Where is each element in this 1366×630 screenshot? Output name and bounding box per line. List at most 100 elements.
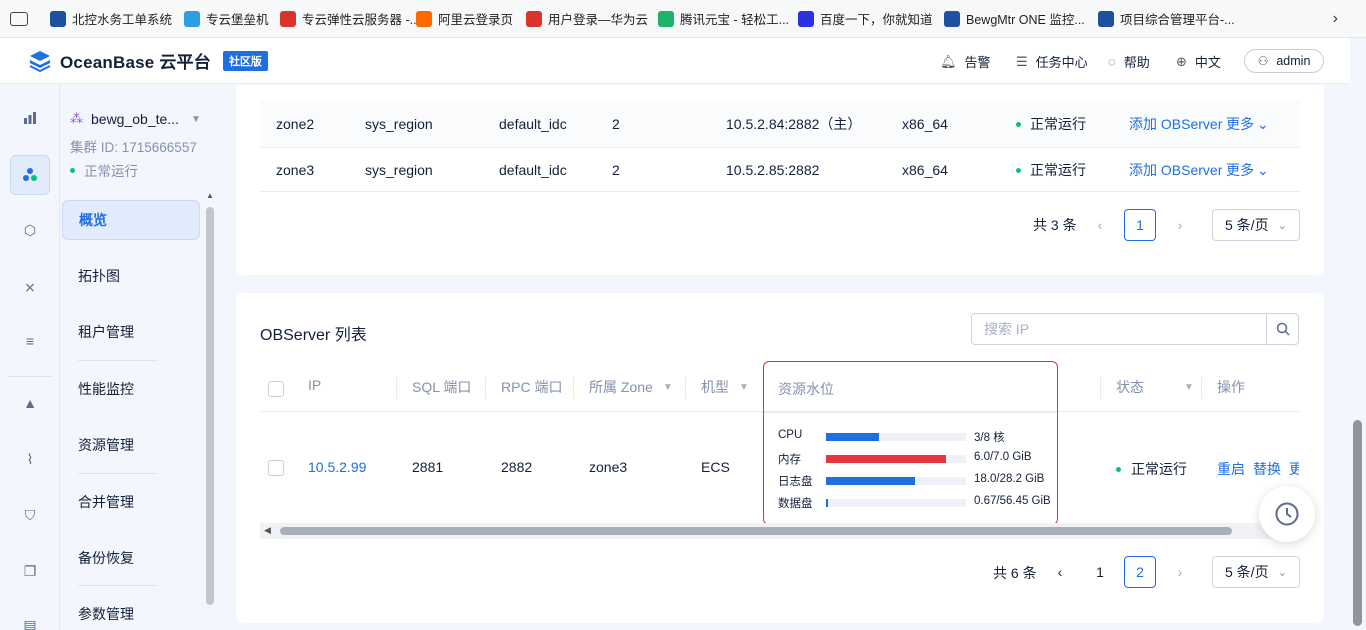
user-label: admin <box>1276 54 1311 68</box>
resource-value: 18.0/28.2 GiB <box>974 473 1045 485</box>
filter-icon[interactable]: ▼ <box>663 382 673 393</box>
bookmark-label: BewgMtr ONE 监控... <box>966 13 1085 27</box>
page-1-button[interactable]: 1 <box>1124 209 1156 241</box>
nav-item[interactable]: 资源管理 <box>62 425 200 465</box>
copy-icon[interactable]: ❐ <box>20 561 40 581</box>
page-2-button[interactable]: 2 <box>1124 556 1156 588</box>
alerts-button[interactable]: 🔔︎ 告警 <box>940 52 991 71</box>
shield-icon[interactable]: ⛉ <box>20 505 40 525</box>
document-icon[interactable]: ▤ <box>20 615 40 630</box>
bookmark-item[interactable]: 百度一下，你就知道 <box>798 0 944 38</box>
bookmark-item[interactable]: BewgMtr ONE 监控... <box>944 0 1098 38</box>
more-label: 更多 <box>1226 116 1254 132</box>
more-dropdown-link[interactable]: 更多 ⌄ <box>1226 114 1269 134</box>
nav-item[interactable]: 备份恢复 <box>62 538 200 578</box>
page-size-label: 5 条/页 <box>1225 564 1269 580</box>
language-button[interactable]: ⊕ 中文 <box>1176 52 1221 71</box>
search-icon <box>1276 322 1290 336</box>
sidebar-scroll-thumb[interactable] <box>206 207 214 605</box>
list-icon[interactable]: ≡ <box>20 331 40 351</box>
app-header: OceanBase 云平台 社区版 🔔︎ 告警 ☰ 任务中心 ◌ 帮助 ⊕ 中文 ⚇ ad… <box>0 38 1366 84</box>
next-page-button[interactable]: › <box>1164 556 1196 588</box>
table-horizontal-scrollbar[interactable]: ◀ <box>260 523 1300 539</box>
nav-item[interactable]: 租户管理 <box>62 312 200 352</box>
col-type[interactable]: 机型 ▼ <box>701 377 749 397</box>
page-scroll-thumb[interactable] <box>1353 420 1362 626</box>
nav-item[interactable]: 合并管理 <box>62 482 200 522</box>
observer-ip-link[interactable]: 10.5.2.99 <box>308 459 366 475</box>
col-zone[interactable]: 所属 Zone ▼ <box>589 377 673 397</box>
bookmark-item[interactable]: 专云堡垒机 <box>184 0 280 38</box>
resource-label: 日志盘 <box>778 476 813 488</box>
filter-icon[interactable]: ▼ <box>1184 382 1194 393</box>
search-ip-input[interactable]: 搜索 IP <box>971 313 1299 345</box>
col-sql-port[interactable]: SQL 端口 <box>412 377 471 397</box>
task-center-button[interactable]: ☰ 任务中心 <box>1016 52 1088 71</box>
page-size-select[interactable]: 5 条/页 ⌄ <box>1212 209 1300 241</box>
prev-page-button[interactable]: ‹ <box>1044 556 1076 588</box>
prev-page-button[interactable]: ‹ <box>1084 209 1116 241</box>
row-checkbox[interactable] <box>268 460 284 476</box>
help-label: 帮助 <box>1123 55 1150 70</box>
zone-status-text: 正常运行 <box>1030 116 1086 132</box>
select-all-checkbox[interactable] <box>268 381 284 397</box>
user-menu-button[interactable]: ⚇ admin <box>1244 49 1324 73</box>
chevron-right-icon[interactable]: › <box>1333 10 1338 28</box>
tenant-icon[interactable]: ⬡ <box>20 220 40 240</box>
chevron-down-icon: ⌄ <box>1277 566 1287 579</box>
filter-icon[interactable]: ▼ <box>739 382 749 393</box>
zone-cell-arch: x86_64 <box>902 162 948 178</box>
tab-search-icon[interactable] <box>10 11 28 26</box>
bookmark-label: 专云堡垒机 <box>206 13 269 27</box>
col-divider <box>485 377 486 399</box>
bookmark-item[interactable]: 专云弹性云服务器 -... <box>280 0 420 38</box>
cluster-icon[interactable] <box>20 165 40 185</box>
dashboard-icon[interactable] <box>20 108 40 128</box>
nav-item[interactable]: 概览 <box>62 200 200 240</box>
add-observer-link[interactable]: 添加 OBServer <box>1129 160 1222 180</box>
more-dropdown-link[interactable]: 更多 ⌄ <box>1226 160 1269 180</box>
nav-item[interactable]: 拓扑图 <box>62 256 200 296</box>
status-cell: 正常运行 <box>1116 459 1187 479</box>
cluster-selector[interactable]: ⁂ bewg_ob_te... ▼ <box>70 111 201 127</box>
col-ip[interactable]: IP <box>308 377 321 393</box>
zone-cell-region: sys_region <box>365 116 433 132</box>
next-page-button[interactable]: › <box>1164 209 1196 241</box>
logo[interactable]: OceanBase 云平台 社区版 <box>28 48 268 73</box>
bookmark-item[interactable]: 阿里云登录页 <box>416 0 526 38</box>
replace-link[interactable]: 替换 <box>1253 459 1281 479</box>
zone-status: 正常运行 <box>1016 114 1086 134</box>
bookmark-item[interactable]: 用户登录—华为云 <box>526 0 658 38</box>
nav-item[interactable]: 参数管理 <box>62 594 200 630</box>
history-button[interactable] <box>1259 486 1315 542</box>
sidebar-scrollbar[interactable]: ▲ <box>206 191 214 605</box>
help-button[interactable]: ◌ 帮助 <box>1108 52 1150 71</box>
alarm-icon[interactable]: ▲ <box>20 393 40 413</box>
col-divider <box>396 377 397 399</box>
col-rpc-port[interactable]: RPC 端口 <box>501 377 562 397</box>
scroll-left-icon[interactable]: ◀ <box>264 525 271 536</box>
bookmark-label: 专云弹性云服务器 -... <box>302 13 421 27</box>
restart-link[interactable]: 重启 <box>1217 459 1245 479</box>
bookmark-item[interactable]: 项目综合管理平台-... <box>1098 0 1248 38</box>
search-button[interactable] <box>1266 313 1298 345</box>
monitor-icon[interactable]: ⌇ <box>20 449 40 469</box>
page-size-select[interactable]: 5 条/页 ⌄ <box>1212 556 1300 588</box>
bookmark-item[interactable]: 北控水务工单系统 <box>50 0 184 38</box>
col-status[interactable]: 状态 ▼ <box>1116 377 1194 397</box>
more-link[interactable]: 更 <box>1289 459 1299 479</box>
nav-item[interactable]: 性能监控 <box>62 369 200 409</box>
horizontal-scroll-thumb[interactable] <box>280 527 1232 535</box>
lightbulb-icon: ◌ <box>1108 54 1116 69</box>
zone-cell-root: 10.5.2.85:2882 <box>726 162 820 178</box>
status-dot <box>1016 121 1021 127</box>
resource-row: 数据盘 0.67/56.45 GiB <box>778 495 1053 511</box>
page-1-button[interactable]: 1 <box>1084 556 1116 588</box>
add-observer-link[interactable]: 添加 OBServer <box>1129 114 1222 134</box>
page-scrollbar[interactable] <box>1350 38 1366 630</box>
col-divider <box>1100 377 1101 399</box>
resource-row: CPU 3/8 核 <box>778 429 1053 445</box>
bookmark-item[interactable]: 腾讯元宝 - 轻松工... <box>658 0 798 38</box>
topology-icon[interactable]: ⨯ <box>20 277 40 297</box>
scroll-up-icon[interactable]: ▲ <box>206 191 214 200</box>
